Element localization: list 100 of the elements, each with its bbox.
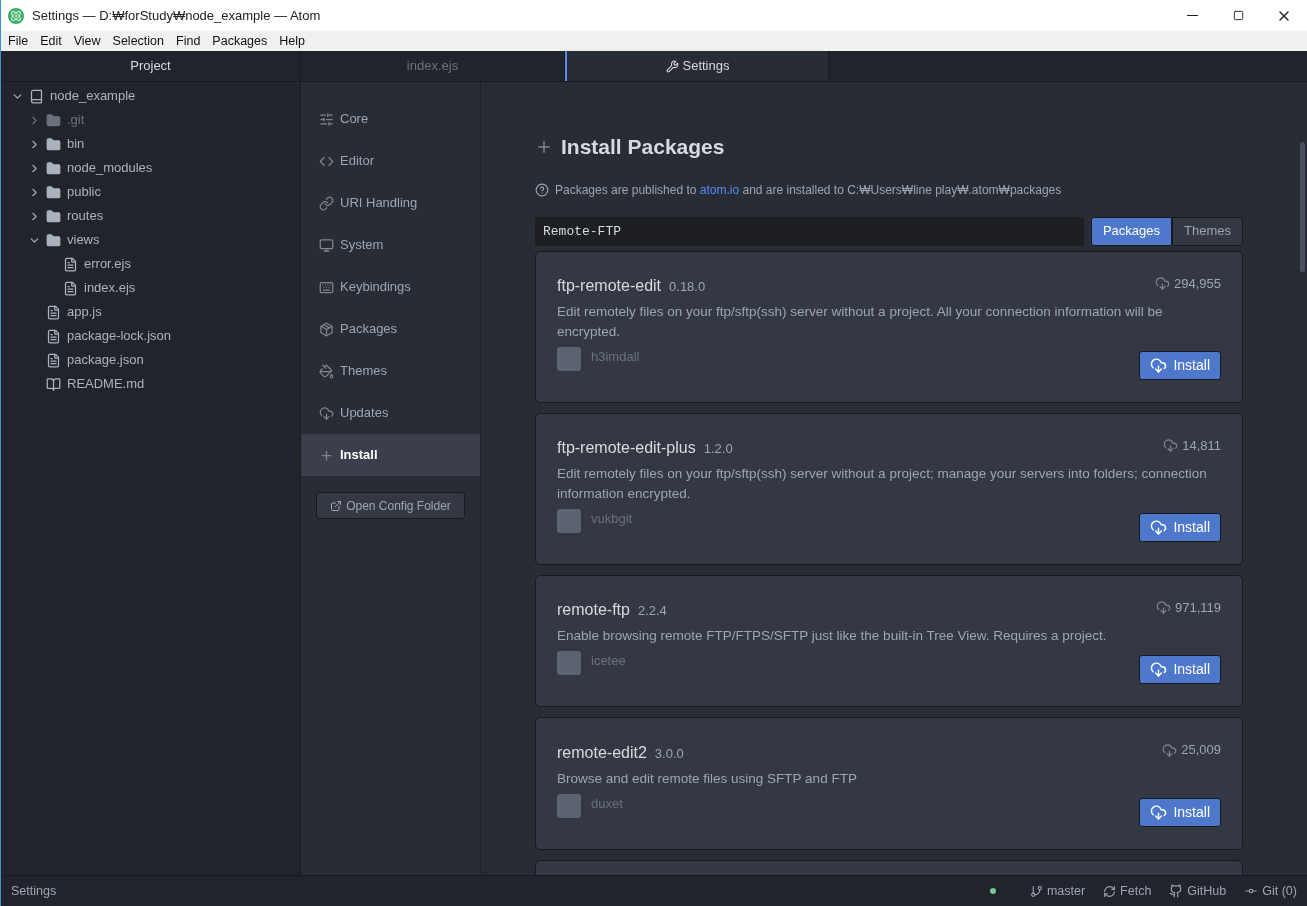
package-name[interactable]: remote-edit2 — [557, 740, 647, 765]
tree-item[interactable]: node_modules — [1, 156, 300, 180]
tree-item[interactable]: routes — [1, 204, 300, 228]
package-name[interactable]: ftp-remote-edit — [557, 273, 662, 298]
section-title: Install Packages — [561, 134, 725, 160]
tree-item-label: routes — [67, 207, 104, 226]
panel-title: Project — [1, 51, 300, 82]
fetch-button[interactable]: Fetch — [1103, 881, 1152, 901]
menu-item[interactable]: Edit — [34, 31, 68, 51]
settings-nav-item[interactable]: Updates — [301, 392, 480, 434]
tree-item-label: package-lock.json — [67, 327, 172, 346]
settings-nav-item[interactable]: Editor — [301, 140, 480, 182]
file-icon — [63, 256, 78, 272]
package-description: Browse and edit remote files using SFTP and FTP — [557, 769, 858, 788]
install-button[interactable]: Install — [1139, 797, 1221, 827]
atom-io-link[interactable]: atom.io — [699, 182, 740, 197]
tree-item[interactable]: index.ejs — [1, 276, 300, 300]
install-icon — [319, 447, 334, 463]
menu-item[interactable]: Help — [273, 31, 311, 51]
avatar-placeholder — [557, 651, 581, 676]
tree-item[interactable]: app.js — [1, 300, 300, 324]
tools-icon — [665, 59, 679, 73]
package-name[interactable]: remote-ftp — [557, 598, 630, 623]
file-icon — [46, 352, 61, 368]
open-book-icon — [46, 376, 61, 392]
menu-item[interactable]: Packages — [206, 31, 274, 51]
settings-nav-item[interactable]: Core — [301, 98, 480, 140]
download-count: 294,955 — [1174, 274, 1221, 293]
download-icon — [1155, 275, 1170, 291]
settings-nav-item[interactable]: Packages — [301, 308, 480, 350]
branch-icon — [1029, 884, 1043, 898]
external-link-icon — [330, 499, 343, 512]
settings-nav-item[interactable]: Install — [301, 434, 480, 476]
tree-item-label: index.ejs — [84, 279, 136, 298]
app-logo-icon — [8, 7, 24, 24]
menu-item[interactable]: Selection — [106, 31, 170, 51]
file-icon — [46, 304, 61, 320]
cloud-download-icon — [1150, 803, 1168, 821]
tree-item[interactable]: bin — [1, 132, 300, 156]
tree-item-label: package.json — [67, 351, 144, 370]
package-version: 1.2.0 — [703, 440, 733, 458]
tree-item[interactable]: public — [1, 180, 300, 204]
git-button[interactable]: Git (0) — [1244, 881, 1297, 901]
folder-icon — [46, 184, 61, 200]
tree-item-label: app.js — [67, 303, 102, 322]
menu-item[interactable]: Find — [170, 31, 207, 51]
tree-item[interactable]: node_example — [1, 84, 300, 108]
settings-nav-item[interactable]: Keybindings — [301, 266, 480, 308]
filter-toggle-button[interactable]: Packages — [1090, 216, 1173, 246]
tree-item-label: node_modules — [67, 159, 153, 178]
octocat-icon — [1169, 884, 1184, 898]
tree-item-label: error.ejs — [84, 255, 131, 274]
filter-toggle-button[interactable]: Themes — [1172, 216, 1243, 246]
settings-nav-item[interactable]: Themes — [301, 350, 480, 392]
package-version: 2.2.4 — [637, 602, 667, 621]
package-version: 3.0.0 — [654, 744, 684, 763]
tree-item[interactable]: error.ejs — [1, 252, 300, 276]
help-icon — [535, 182, 549, 197]
tree-item-label: .git — [67, 111, 85, 130]
open-config-folder-button[interactable]: Open Config Folder — [316, 492, 465, 519]
tree-item[interactable]: README.md — [1, 372, 300, 396]
avatar-placeholder — [557, 793, 581, 818]
package-name[interactable]: ftp-remote-edit-plus — [557, 436, 696, 460]
search-field[interactable]: Remote-FTP — [535, 216, 1084, 246]
github-button[interactable]: GitHub — [1169, 881, 1227, 901]
settings-nav-item[interactable]: URI Handling — [301, 182, 480, 224]
menu-item[interactable]: View — [67, 31, 107, 51]
tree-item-label: public — [67, 183, 101, 202]
tree-item[interactable]: views — [1, 228, 300, 252]
keybindings-icon — [319, 279, 334, 295]
tree-item[interactable]: package.json — [1, 348, 300, 372]
package-description: Enable browsing remote FTP/FTPS/SFTP just like the built-in Tree View. Requires a project. — [557, 627, 1108, 646]
download-count: 971,119 — [1174, 599, 1221, 617]
install-button[interactable]: Install — [1139, 655, 1221, 685]
folder-icon — [46, 136, 61, 152]
folder-icon — [46, 160, 61, 176]
avatar-placeholder — [557, 346, 581, 371]
updates-icon — [319, 405, 334, 421]
install-button[interactable]: Install — [1139, 350, 1221, 380]
avatar-placeholder — [557, 509, 581, 533]
menu-item[interactable]: File — [2, 31, 35, 51]
themes-icon — [319, 363, 334, 379]
minimize-icon — [1186, 15, 1198, 16]
file-icon — [46, 328, 61, 344]
tab[interactable]: Settings — [565, 51, 829, 81]
install-button[interactable]: Install — [1139, 513, 1221, 542]
tree-item-label: views — [67, 231, 100, 250]
settings-nav-item[interactable]: System — [301, 224, 480, 266]
download-count: 25,009 — [1181, 741, 1221, 760]
install-note: Packages are published to atom.io and are installed to C:₩Users₩line play₩.atom₩packages — [555, 181, 1062, 199]
branch-button[interactable]: master — [1029, 881, 1086, 901]
cloud-download-icon — [1150, 519, 1168, 536]
maximize-icon — [1232, 10, 1244, 21]
refresh-icon — [1103, 884, 1117, 898]
tree-item[interactable]: package-lock.json — [1, 324, 300, 348]
package-version: 0.18.0 — [669, 277, 706, 296]
folder-icon — [46, 208, 61, 224]
file-icon — [63, 280, 78, 296]
download-icon — [1162, 742, 1178, 758]
download-icon — [1163, 438, 1179, 453]
